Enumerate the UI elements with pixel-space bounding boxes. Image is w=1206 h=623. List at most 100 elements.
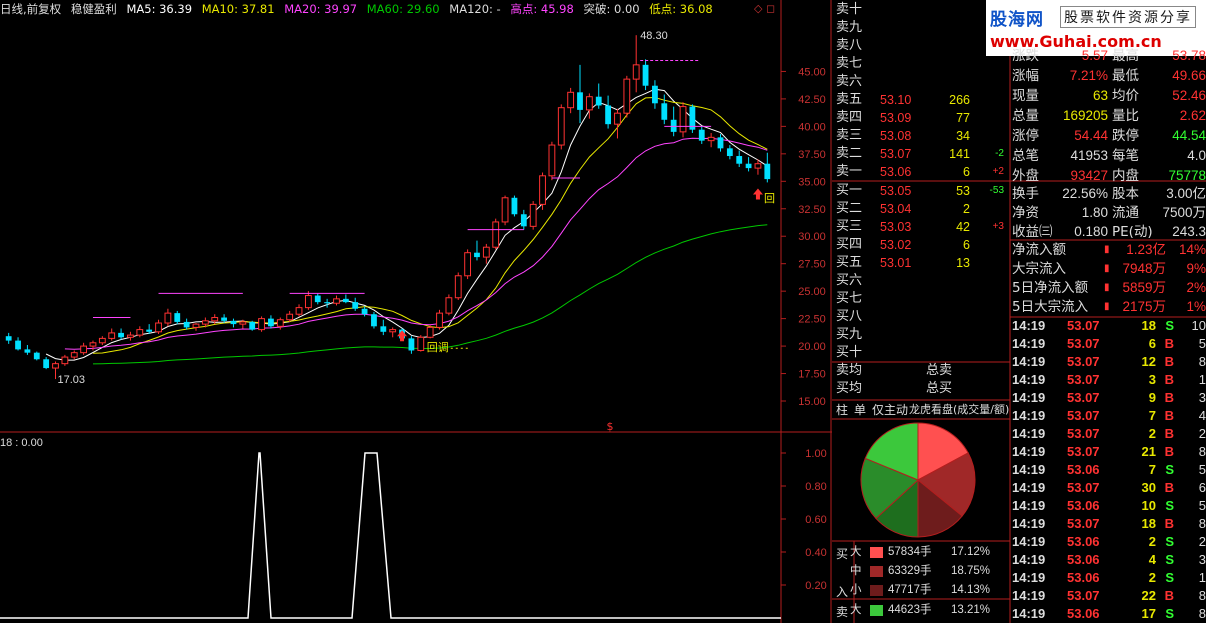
orderbook-row[interactable]: 买八 [836,309,1006,325]
fund-tab[interactable]: 柱 [834,401,850,419]
quote-label: 总笔 [1012,148,1039,164]
tick-time: 14:19 [1012,516,1046,531]
tick-row[interactable]: 14:19 53.07 18 S 10 [1012,317,1206,335]
flow-bar-icon: ▮ [1104,282,1110,293]
orderbook-row[interactable]: 卖十 [836,2,1006,18]
tick-count: 6 [1198,480,1206,495]
candle-body-up [201,320,209,325]
candle-body-up [80,345,88,354]
candle-body-down [371,314,377,327]
tick-time: 14:19 [1012,606,1046,621]
tick-row[interactable]: 14:19 53.07 21 B 8 [1012,443,1206,461]
orderbook-row[interactable]: 买二 53.04 2 [836,201,1006,217]
tick-row[interactable]: 14:19 53.07 18 B 8 [1012,515,1206,533]
orderbook-row[interactable]: 买五 53.01 13 [836,255,1006,271]
candle-body-up [585,96,593,111]
orderbook-row[interactable]: 卖五 53.10 266 [836,92,1006,108]
fund-amount: 44623手 [888,604,932,616]
avg-buy-label: 买均 [836,381,863,396]
sub-axis-label: 0.80 [805,481,826,493]
orderbook-row[interactable]: 卖七 [836,56,1006,72]
flow-row: 大宗流入 ▮ 7948万 9% [1012,259,1206,279]
orderbook-level-label: 卖一 [836,164,863,179]
tick-row[interactable]: 14:19 53.07 7 B 4 [1012,407,1206,425]
candle-body-up [492,221,500,248]
candle-body-up [211,317,219,322]
candle-body-up [501,197,509,223]
orderbook-row[interactable]: 卖九 [836,20,1006,36]
orderbook-price: 53.10 [880,93,912,107]
tick-row[interactable]: 14:19 53.06 17 S 8 [1012,605,1206,623]
fund-in-label: 入 [836,585,849,599]
fund-pct: 17.12% [950,546,990,558]
orderbook-row[interactable]: 买六 [836,273,1006,289]
tick-row[interactable]: 14:19 53.07 6 B 5 [1012,335,1206,353]
tick-row[interactable]: 14:19 53.06 7 S 5 [1012,461,1206,479]
candle-body-down [670,119,677,132]
tick-row[interactable]: 14:19 53.06 10 S 5 [1012,497,1206,515]
tick-time: 14:19 [1012,426,1046,441]
orderbook-row[interactable]: 买一 53.05 53 -53 [836,183,1006,199]
orderbook-row[interactable]: 买九 [836,327,1006,343]
tick-row[interactable]: 14:19 53.07 2 B 2 [1012,425,1206,443]
candle-body-down [698,129,705,141]
quote-row: 净资 1.80 流通 7500万 [1012,203,1206,223]
candle-body-up [464,252,472,277]
flow-row: 净流入额 ▮ 1.23亿 14% [1012,240,1206,260]
quote-label: 量比 [1112,108,1139,124]
quote-value: 2.62 [1179,108,1206,123]
orderbook-row[interactable]: 卖四 53.09 77 [836,110,1006,126]
candle-body-down [717,137,724,149]
orderbook-row[interactable]: 卖三 53.08 34 [836,128,1006,144]
candle-body-up [623,78,631,114]
orderbook-row[interactable]: 卖八 [836,38,1006,54]
quote-label: 每笔 [1112,148,1139,164]
orderbook-level-label: 买七 [836,291,863,306]
tick-volume: 12 [1141,354,1156,369]
tick-count: 8 [1198,354,1206,369]
sub-axis-label: 1.00 [805,448,826,460]
fund-tab[interactable]: 龙虎看盘(成交量/额) [907,401,1010,419]
tick-count: 10 [1191,318,1206,333]
tick-row[interactable]: 14:19 53.07 12 B 8 [1012,353,1206,371]
tick-volume: 10 [1141,498,1156,513]
tick-row[interactable]: 14:19 53.07 22 B 8 [1012,587,1206,605]
orderbook-volume: 13 [956,256,970,270]
orderbook-row[interactable]: 卖一 53.06 6 +2 [836,164,1006,180]
tick-price: 53.06 [1067,498,1100,513]
orderbook-row[interactable]: 卖六 [836,74,1006,90]
orderbook-row[interactable]: 买七 [836,291,1006,307]
tick-row[interactable]: 14:19 53.07 3 B 1 [1012,371,1206,389]
tick-row[interactable]: 14:19 53.06 2 S 1 [1012,569,1206,587]
orderbook-row[interactable]: 买四 53.02 6 [836,237,1006,253]
tick-row[interactable]: 14:19 53.06 2 S 2 [1012,533,1206,551]
tick-price: 53.07 [1067,318,1100,333]
orderbook-row[interactable]: 买十 [836,345,1006,361]
quote-value: 75778 [1168,168,1206,183]
tick-row[interactable]: 14:19 53.06 4 S 3 [1012,551,1206,569]
orderbook-level-label: 买五 [836,255,863,270]
orderbook-price: 53.07 [880,147,912,161]
candle-body-down [174,313,181,322]
orderbook-row[interactable]: 买三 53.03 42 +3 [836,219,1006,235]
tick-row[interactable]: 14:19 53.07 30 B 6 [1012,479,1206,497]
tick-volume: 9 [1148,390,1156,405]
quote-value: 54.44 [1074,128,1108,143]
orderbook-row[interactable]: 卖二 53.07 141 -2 [836,146,1006,162]
tick-time: 14:19 [1012,354,1046,369]
orderbook-level-label: 买六 [836,273,863,288]
tick-volume: 2 [1148,570,1156,585]
total-sell-label: 总卖 [926,363,953,378]
tick-time: 14:19 [1012,570,1046,585]
fund-color-swatch [870,585,883,596]
kline-chart-area[interactable]: 日线,前复权 稳健盈利 MA5: 36.39 MA10: 37.81 MA20:… [0,0,832,623]
flow-label: 5日净流入额 [1012,280,1089,296]
tick-row[interactable]: 14:19 53.07 9 B 3 [1012,389,1206,407]
tick-time: 14:19 [1012,372,1046,387]
fund-tab[interactable]: 仅主动 [870,401,910,419]
tick-time: 14:19 [1012,588,1046,603]
flow-value: 5859万 [1122,280,1166,295]
candle-body-down [118,332,124,338]
orderbook-level-label: 卖九 [836,20,863,35]
fund-tab[interactable]: 单 [852,401,868,419]
